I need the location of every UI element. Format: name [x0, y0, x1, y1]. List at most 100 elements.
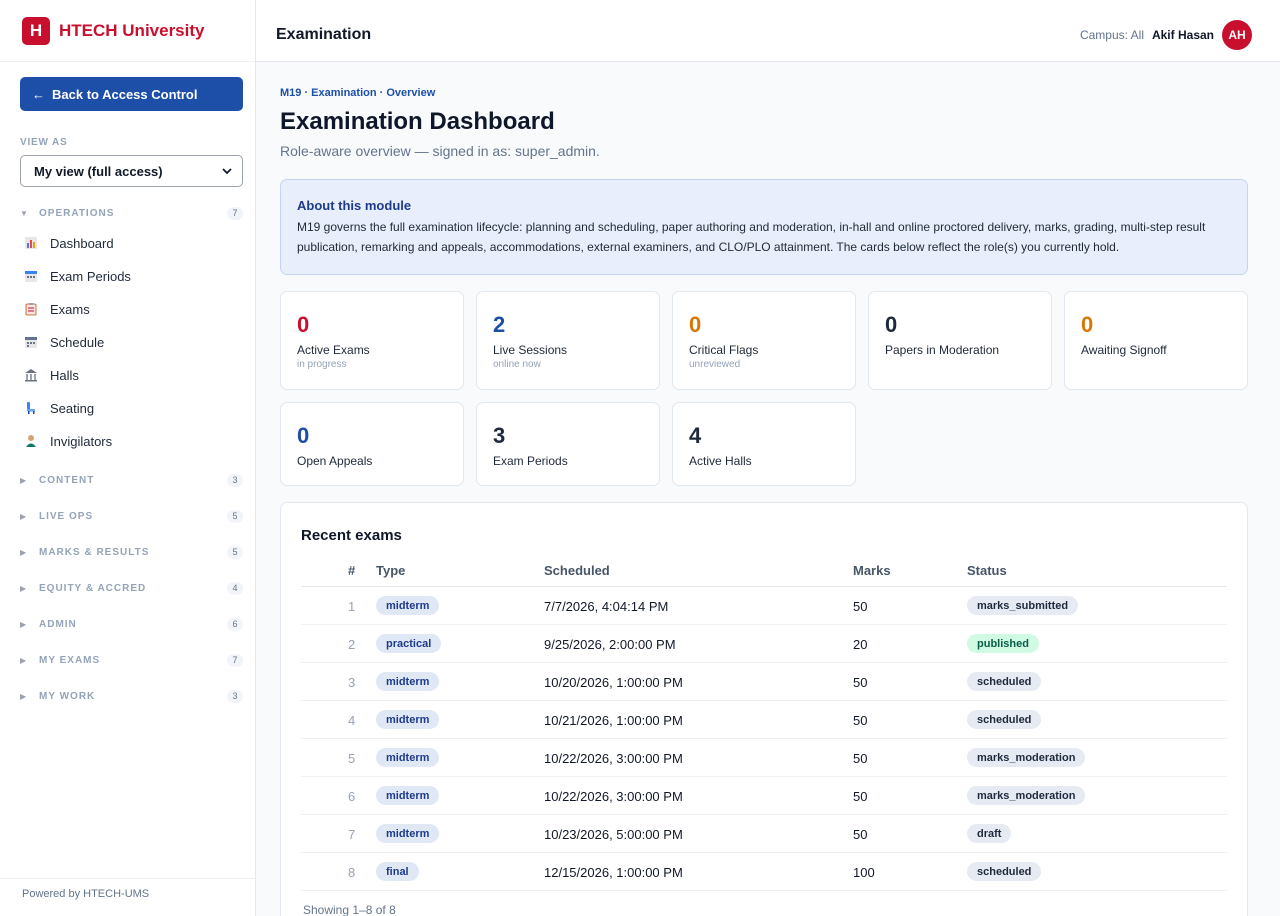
type-badge: midterm: [376, 596, 440, 615]
sidebar-item-label: Exams: [50, 301, 90, 317]
stat-label: Live Sessions: [493, 343, 568, 357]
caret-right-icon: ▶: [20, 691, 27, 701]
sidebar-item-seating[interactable]: Seating: [20, 393, 243, 423]
brand-logo: H: [22, 16, 50, 45]
stat-card-exam-periods[interactable]: 3 Exam Periods: [476, 402, 660, 486]
breadcrumb: M19 · Examination · Overview: [280, 87, 436, 99]
stat-card-active-exams[interactable]: 0 Active Exams in progress: [280, 291, 464, 390]
brand[interactable]: H HTECH University: [0, 0, 255, 62]
row-number: 6: [348, 789, 356, 804]
stat-sub: in progress: [297, 359, 347, 370]
status-badge: marks_submitted: [967, 596, 1079, 615]
table-row[interactable]: 3 midterm 10/20/2026, 1:00:00 PM 50 schedule…: [301, 663, 1227, 701]
type-badge: midterm: [376, 672, 440, 691]
section-content[interactable]: ▶ CONTENT 3: [20, 470, 243, 490]
scheduled-datetime: 10/23/2026, 5:00:00 PM: [544, 827, 683, 842]
table-row[interactable]: 6 midterm 10/22/2026, 3:00:00 PM 50 marks_mo…: [301, 777, 1227, 815]
view-as-select[interactable]: My view (full access): [20, 155, 243, 187]
stat-label: Open Appeals: [297, 454, 373, 468]
row-number: 4: [348, 713, 356, 728]
stat-value: 0: [297, 312, 310, 337]
sidebar-item-halls[interactable]: Halls: [20, 360, 243, 390]
sidebar-item-label: Dashboard: [50, 235, 114, 251]
sidebar-item-exam-periods[interactable]: Exam Periods: [20, 261, 243, 291]
caret-right-icon: ▶: [20, 619, 27, 629]
stat-card-awaiting-signoff[interactable]: 0 Awaiting Signoff: [1064, 291, 1248, 390]
stat-card-papers-in-moderation[interactable]: 0 Papers in Moderation: [868, 291, 1052, 390]
table-row[interactable]: 4 midterm 10/21/2026, 1:00:00 PM 50 schedule…: [301, 701, 1227, 739]
back-to-access-control-button[interactable]: ← Back to Access Control: [20, 77, 243, 111]
sidebar-item-label: Invigilators: [50, 433, 113, 449]
table-row[interactable]: 2 practical 9/25/2026, 2:00:00 PM 20 publish…: [301, 625, 1227, 663]
row-number: 2: [348, 637, 356, 652]
stat-card-live-sessions[interactable]: 2 Live Sessions online now: [476, 291, 660, 390]
about-module-panel: About this module M19 governs the full e…: [280, 179, 1248, 275]
sidebar-item-invigilators[interactable]: Invigilators: [20, 426, 243, 456]
marks-value: 50: [853, 789, 868, 804]
avatar[interactable]: AH: [1222, 20, 1252, 50]
section-name: EQUITY & ACCRED: [39, 582, 147, 594]
caret-right-icon: ▶: [20, 583, 27, 593]
stat-card-critical-flags[interactable]: 0 Critical Flags unreviewed: [672, 291, 856, 390]
section-operations[interactable]: ▼ OPERATIONS 7: [20, 203, 243, 223]
campus-filter[interactable]: Campus: All: [1080, 28, 1144, 42]
calendar-icon: [24, 335, 38, 349]
section-count: 5: [227, 545, 243, 559]
stat-value: 3: [493, 423, 506, 448]
caret-right-icon: ▶: [20, 655, 27, 665]
stat-value: 4: [689, 423, 702, 448]
row-number: 7: [348, 827, 356, 842]
recent-exams-card: Recent exams # Type Scheduled Marks Stat…: [280, 502, 1248, 916]
section-name: LIVE OPS: [39, 510, 94, 522]
pagination-info: Showing 1–8 of 8: [303, 903, 396, 916]
stat-value: 0: [1081, 312, 1094, 337]
stat-card-active-halls[interactable]: 4 Active Halls: [672, 402, 856, 486]
chart-icon: [24, 236, 38, 250]
stat-card-open-appeals[interactable]: 0 Open Appeals: [280, 402, 464, 486]
sidebar-item-exams[interactable]: Exams: [20, 294, 243, 324]
scheduled-datetime: 9/25/2026, 2:00:00 PM: [544, 637, 676, 652]
powered-by: Powered by HTECH-UMS: [0, 878, 256, 916]
arrow-left-icon: ←: [32, 86, 45, 102]
marks-value: 50: [853, 827, 868, 842]
scheduled-datetime: 10/20/2026, 1:00:00 PM: [544, 675, 683, 690]
stat-label: Critical Flags: [689, 343, 759, 357]
section-name: MY WORK: [39, 690, 96, 702]
section-my-work[interactable]: ▶ MY WORK 3: [20, 686, 243, 706]
stat-label: Exam Periods: [493, 454, 568, 468]
user-name[interactable]: Akif Hasan: [1152, 28, 1214, 42]
stat-sub: unreviewed: [689, 359, 741, 370]
section-name: MY EXAMS: [39, 654, 101, 666]
stat-sub: online now: [493, 359, 541, 370]
view-as-value: My view (full access): [34, 163, 163, 179]
column-header-status[interactable]: Status: [967, 563, 1007, 578]
table-row[interactable]: 7 midterm 10/23/2026, 5:00:00 PM 50 draft: [301, 815, 1227, 853]
scheduled-datetime: 10/22/2026, 3:00:00 PM: [544, 789, 683, 804]
type-badge: midterm: [376, 824, 440, 843]
section-count: 3: [227, 473, 243, 487]
caret-right-icon: ▶: [20, 547, 27, 557]
table-row[interactable]: 5 midterm 10/22/2026, 3:00:00 PM 50 marks_mo…: [301, 739, 1227, 777]
table-row[interactable]: 8 final 12/15/2026, 1:00:00 PM 100 scheduled: [301, 853, 1227, 891]
section-count: 7: [227, 206, 243, 220]
table-row[interactable]: 1 midterm 7/7/2026, 4:04:14 PM 50 marks_subm…: [301, 587, 1227, 625]
column-header-num[interactable]: #: [348, 563, 355, 578]
stat-value: 2: [493, 312, 506, 337]
row-number: 3: [348, 675, 356, 690]
marks-value: 50: [853, 675, 868, 690]
status-badge: marks_moderation: [967, 786, 1086, 805]
section-admin[interactable]: ▶ ADMIN 6: [20, 614, 243, 634]
section-my-exams[interactable]: ▶ MY EXAMS 7: [20, 650, 243, 670]
sidebar-item-schedule[interactable]: Schedule: [20, 327, 243, 357]
sidebar-item-dashboard[interactable]: Dashboard: [20, 228, 243, 258]
stat-value: 0: [689, 312, 702, 337]
column-header-type[interactable]: Type: [376, 563, 405, 578]
sidebar-item-label: Exam Periods: [50, 268, 131, 284]
section-live-ops[interactable]: ▶ LIVE OPS 5: [20, 506, 243, 526]
caret-right-icon: ▶: [20, 475, 27, 485]
column-header-scheduled[interactable]: Scheduled: [544, 563, 610, 578]
column-header-marks[interactable]: Marks: [853, 563, 891, 578]
section-marks-results[interactable]: ▶ MARKS & RESULTS 5: [20, 542, 243, 562]
status-badge: scheduled: [967, 672, 1042, 691]
section-equity-accred[interactable]: ▶ EQUITY & ACCRED 4: [20, 578, 243, 598]
